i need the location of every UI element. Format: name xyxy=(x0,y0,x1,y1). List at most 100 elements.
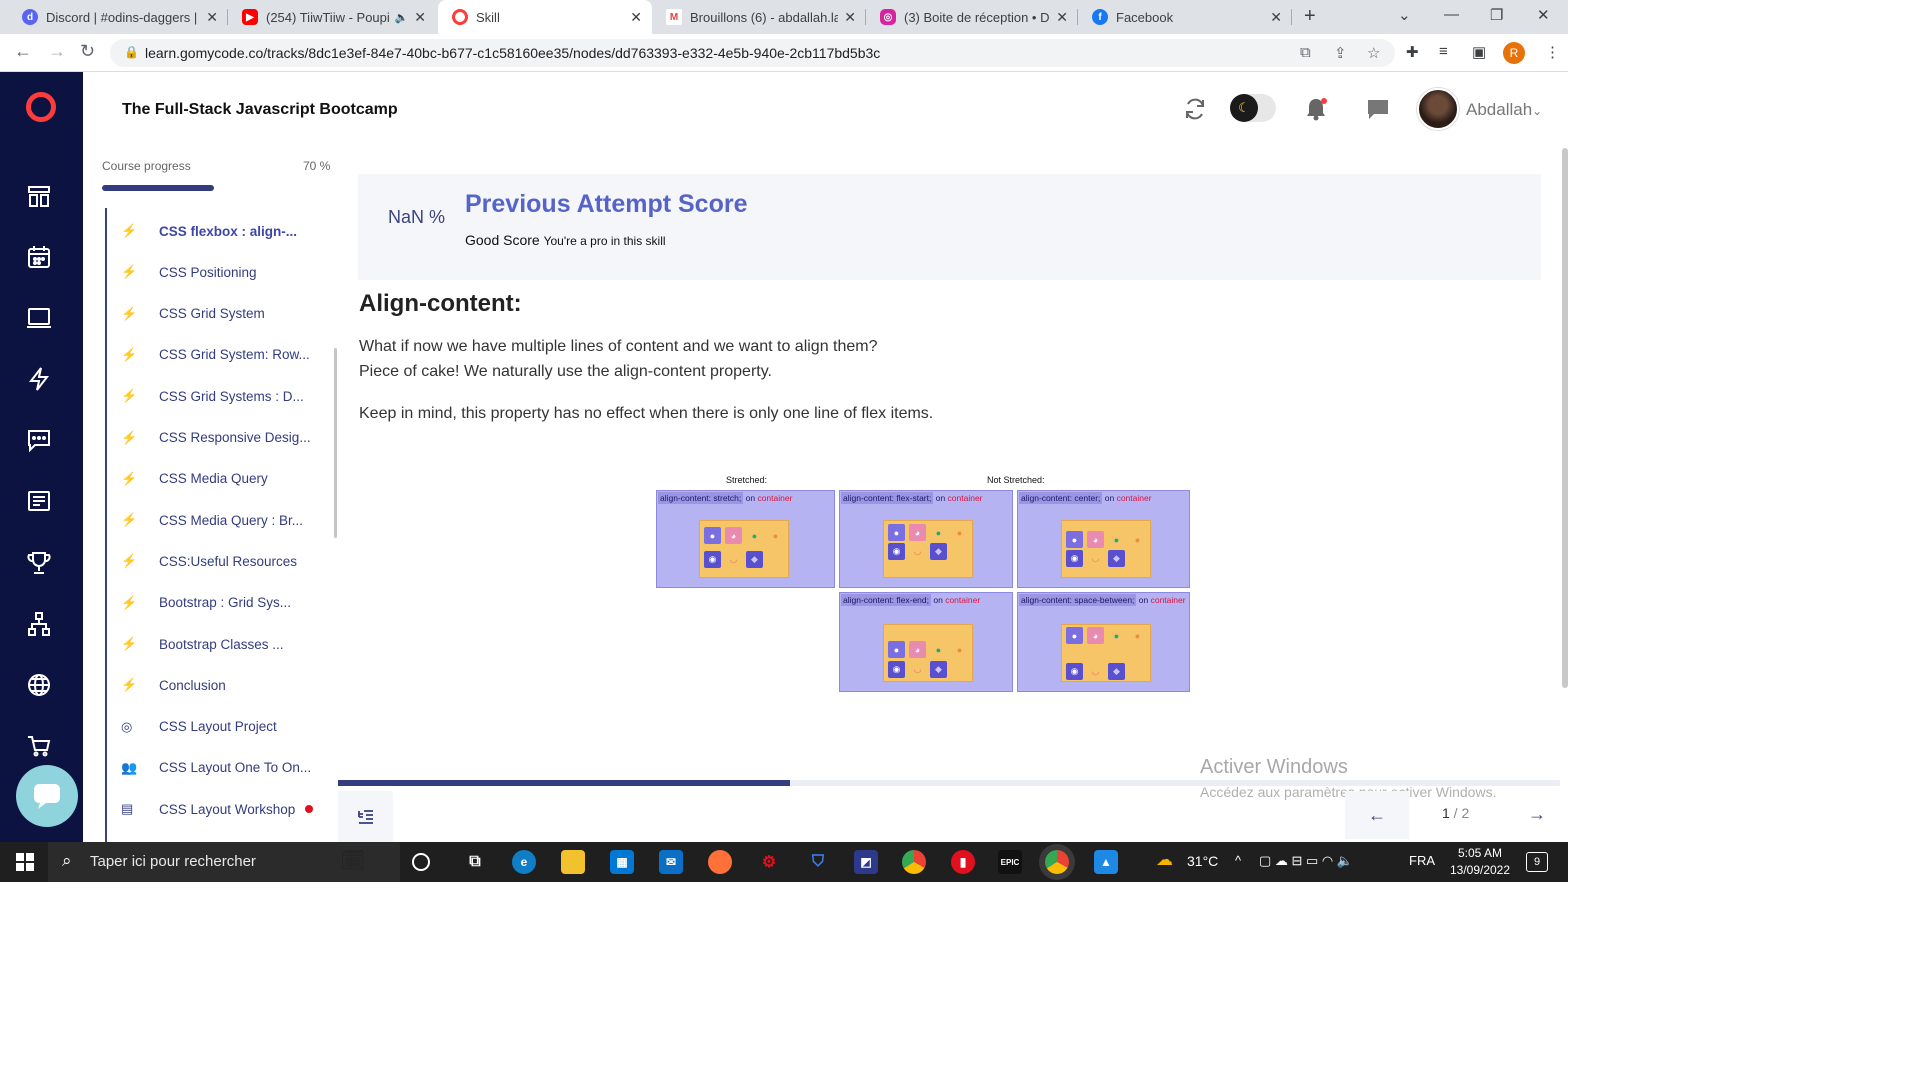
next-page-button[interactable]: → xyxy=(1528,804,1546,825)
refresh-icon[interactable] xyxy=(1183,97,1207,126)
app-icon[interactable]: ◩ xyxy=(854,850,878,874)
cortana-icon[interactable] xyxy=(412,853,430,871)
course-step-item[interactable]: ⚡ CSS Grid Systems : D... xyxy=(107,376,332,416)
speaker-icon[interactable]: 🔈 xyxy=(395,11,409,24)
tab-search-icon[interactable]: ⌄ xyxy=(1398,6,1411,24)
arrow-right-icon: → xyxy=(1528,804,1546,824)
notification-center-icon[interactable]: 9 xyxy=(1526,852,1548,872)
photos-icon[interactable]: ▲ xyxy=(1094,850,1118,874)
media-control-icon[interactable]: ≡ xyxy=(1439,43,1448,60)
globe-icon[interactable] xyxy=(24,670,54,700)
translate-icon[interactable]: ⧉ xyxy=(1300,44,1311,61)
forward-icon[interactable]: → xyxy=(48,41,66,62)
trophy-icon[interactable] xyxy=(24,548,54,578)
tray-icons[interactable]: ▢ ☁ ⊟ ▭ ◠ 🔈 xyxy=(1259,853,1353,869)
weather-icon[interactable]: ☁ xyxy=(1156,850,1173,870)
flex-item-tile: ● xyxy=(930,524,947,541)
edge-icon[interactable]: e xyxy=(512,850,536,874)
course-step-item[interactable]: ◎ CSS Layout Project xyxy=(107,707,332,747)
course-step-item[interactable]: ⚡ Conclusion xyxy=(107,665,332,705)
task-view-icon[interactable]: ⧉ xyxy=(463,850,487,874)
restore-icon[interactable]: ❐ xyxy=(1490,6,1503,24)
browser-tab-instagram[interactable]: ◎ (3) Boite de réception • Dire ✕ xyxy=(866,0,1078,34)
hierarchy-icon[interactable] xyxy=(24,609,54,639)
course-step-item[interactable]: ⚡ CSS Positioning xyxy=(107,252,332,292)
messages-header-icon[interactable] xyxy=(1366,97,1390,126)
mail-icon[interactable]: ✉ xyxy=(659,850,683,874)
close-tab-icon[interactable]: ✕ xyxy=(844,9,856,26)
calendar-icon[interactable] xyxy=(24,242,54,272)
extensions-icon[interactable]: ✚ xyxy=(1406,43,1419,61)
cart-icon[interactable] xyxy=(24,731,54,761)
url-text[interactable]: learn.gomycode.co/tracks/8dc1e3ef-84e7-4… xyxy=(145,45,880,61)
browser-tab-youtube[interactable]: ▶ (254) TiiwTiiw - Poupia 🔈 ✕ xyxy=(228,0,436,34)
share-icon[interactable]: ⇪ xyxy=(1334,44,1347,62)
close-tab-icon[interactable]: ✕ xyxy=(1270,9,1282,26)
support-chat-button[interactable] xyxy=(16,765,78,827)
toggle-outline-button[interactable] xyxy=(338,791,393,842)
search-highlight-icon[interactable]: 🗓 xyxy=(340,848,365,873)
course-step-item[interactable]: ⚡ CSS Grid System: Row... xyxy=(107,335,332,375)
user-avatar[interactable] xyxy=(1417,88,1459,130)
side-panel-icon[interactable]: ▣ xyxy=(1472,43,1486,61)
laptop-icon[interactable] xyxy=(24,303,54,333)
messages-icon[interactable] xyxy=(24,425,54,455)
browser-tab-skill[interactable]: Skill ✕ xyxy=(438,0,652,34)
browser-tab-gmail[interactable]: M Brouillons (6) - abdallah.lah ✕ xyxy=(652,0,866,34)
game-app-icon[interactable]: ⚙ xyxy=(757,850,781,874)
browser-tab-facebook[interactable]: f Facebook ✕ xyxy=(1078,0,1292,34)
close-tab-icon[interactable]: ✕ xyxy=(206,9,218,26)
browser-tab-discord[interactable]: d Discord | #odins-daggers | ✕ xyxy=(8,0,228,34)
security-shield-icon[interactable]: ⛉ xyxy=(806,850,830,874)
weather-temperature[interactable]: 31°C xyxy=(1187,853,1218,869)
article-icon[interactable] xyxy=(24,486,54,516)
language-indicator[interactable]: FRA xyxy=(1409,853,1435,868)
microsoft-store-icon[interactable]: ▦ xyxy=(610,850,634,874)
list-icon xyxy=(357,809,373,824)
course-step-item[interactable]: ⚡ CSS:Useful Resources xyxy=(107,541,332,581)
bookmark-star-icon[interactable]: ☆ xyxy=(1367,44,1380,62)
course-step-item[interactable]: ⚡ CSS Media Query : Br... xyxy=(107,500,332,540)
lock-icon[interactable]: 🔒 xyxy=(124,45,139,59)
course-step-item[interactable]: ⚡ CSS flexbox : align-... xyxy=(107,211,332,251)
close-tab-icon[interactable]: ✕ xyxy=(414,9,426,26)
tracks-icon[interactable] xyxy=(24,181,54,211)
close-window-icon[interactable]: ✕ xyxy=(1537,6,1550,24)
course-step-label: CSS Positioning xyxy=(159,264,257,280)
page-scrollbar[interactable] xyxy=(1562,148,1568,688)
sidebar-scrollbar[interactable] xyxy=(334,348,337,538)
taskbar-search[interactable]: ⌕ Taper ici pour rechercher 🗓 xyxy=(48,842,400,882)
chrome-active-icon[interactable] xyxy=(1045,850,1069,874)
tray-expand-icon[interactable]: ^ xyxy=(1235,853,1241,868)
reload-icon[interactable]: ↻ xyxy=(80,41,95,62)
windows-start-icon[interactable] xyxy=(16,853,34,871)
gomycode-logo[interactable] xyxy=(26,92,56,122)
previous-page-button[interactable]: ← xyxy=(1345,791,1409,839)
firefox-icon[interactable] xyxy=(708,850,732,874)
username-dropdown[interactable]: Abdallah⌄ xyxy=(1466,100,1542,120)
new-tab-icon[interactable]: + xyxy=(1304,5,1316,28)
close-tab-icon[interactable]: ✕ xyxy=(630,9,642,26)
browser-profile-avatar[interactable]: R xyxy=(1503,42,1525,64)
chrome-icon[interactable] xyxy=(902,850,926,874)
bolt-icon: ⚡ xyxy=(121,305,138,321)
new-indicator-dot xyxy=(305,805,314,814)
lightning-icon[interactable] xyxy=(24,364,54,394)
course-step-item[interactable]: ⚡ Bootstrap : Grid Sys... xyxy=(107,583,332,623)
course-step-item[interactable]: ⚡ CSS Grid System xyxy=(107,294,332,334)
file-explorer-icon[interactable] xyxy=(561,850,585,874)
epic-games-icon[interactable]: EPIC xyxy=(998,850,1022,874)
dark-mode-toggle[interactable]: ☾ xyxy=(1230,94,1276,122)
course-step-item[interactable]: ⚡ Bootstrap Classes ... xyxy=(107,624,332,664)
course-step-item[interactable]: ▤ CSS Layout Workshop xyxy=(107,789,332,829)
taskbar-clock[interactable]: 5:05 AM 13/09/2022 xyxy=(1440,845,1520,879)
course-step-item[interactable]: ⚡ CSS Media Query xyxy=(107,459,332,499)
close-tab-icon[interactable]: ✕ xyxy=(1056,9,1068,26)
minimize-icon[interactable]: — xyxy=(1444,6,1459,23)
course-step-item[interactable]: 👥 CSS Layout One To On... xyxy=(107,748,332,788)
browser-menu-icon[interactable]: ⋮ xyxy=(1545,43,1560,61)
back-icon[interactable]: ← xyxy=(14,41,32,62)
music-app-icon[interactable]: ▮ xyxy=(951,850,975,874)
address-bar[interactable]: 🔒 learn.gomycode.co/tracks/8dc1e3ef-84e7… xyxy=(110,39,1395,67)
course-step-item[interactable]: ⚡ CSS Responsive Desig... xyxy=(107,418,332,458)
